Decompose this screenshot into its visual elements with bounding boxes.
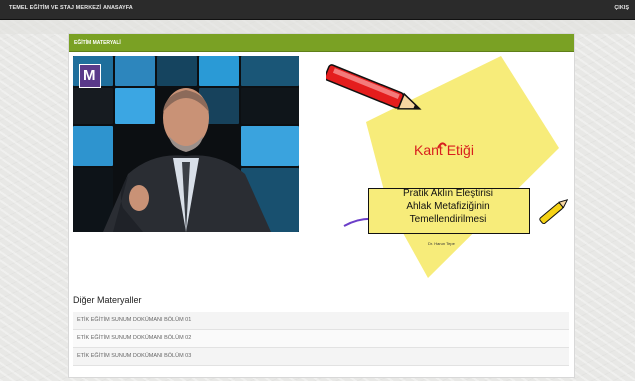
slide-title: Kant Etiği [414,142,474,158]
material-link[interactable]: ETİK EĞİTİM SUNUM DOKÜMANI BÖLÜM 01 [77,317,191,323]
slide-graphic [326,56,568,278]
channel-logo-text: M [83,67,96,84]
other-materials-heading: Diğer Materyaller [73,295,142,305]
material-link[interactable]: ETİK EĞİTİM SUNUM DOKÜMANI BÖLÜM 03 [77,353,191,359]
material-link[interactable]: ETİK EĞİTİM SUNUM DOKÜMANI BÖLÜM 02 [77,335,191,341]
panel-title: EĞİTİM MATERYALİ [74,40,121,46]
panel-header: EĞİTİM MATERYALİ [69,34,574,52]
home-link[interactable]: ANASAYFA [103,5,133,11]
slide-subtitle-line: Pratik Aklın Eleştirisi [402,188,494,199]
presenter-figure [103,88,271,232]
material-row[interactable]: ETİK EĞİTİM SUNUM DOKÜMANI BÖLÜM 02 [73,330,569,348]
brand-link[interactable]: TEMEL EĞİTİM VE STAJ MERKEZİ [9,5,101,11]
material-row[interactable]: ETİK EĞİTİM SUNUM DOKÜMANI BÖLÜM 03 [73,348,569,366]
slide-author: Dr. Harun Tepe [428,241,455,246]
video-player[interactable]: M [73,56,299,232]
material-panel: EĞİTİM MATERYALİ M Kant Etiği Pratik Akl… [68,33,575,378]
material-row[interactable]: ETİK EĞİTİM SUNUM DOKÜMANI BÖLÜM 01 [73,312,569,330]
small-pencil-icon [539,199,568,225]
channel-logo: M [79,64,101,88]
top-navbar: TEMEL EĞİTİM VE STAJ MERKEZİ ANASAYFA ÇI… [0,0,635,20]
presentation-slide: Kant Etiği Pratik Aklın Eleştirisi Ahlak… [326,56,568,282]
subheader-strip [0,20,635,34]
slide-subtitle-line: Ahlak Metafiziğinin [406,201,490,212]
pencil-icon [326,64,422,110]
logout-link[interactable]: ÇIKIŞ [614,5,629,11]
slide-subtitle-line: Temellendirilmesi [409,214,487,225]
